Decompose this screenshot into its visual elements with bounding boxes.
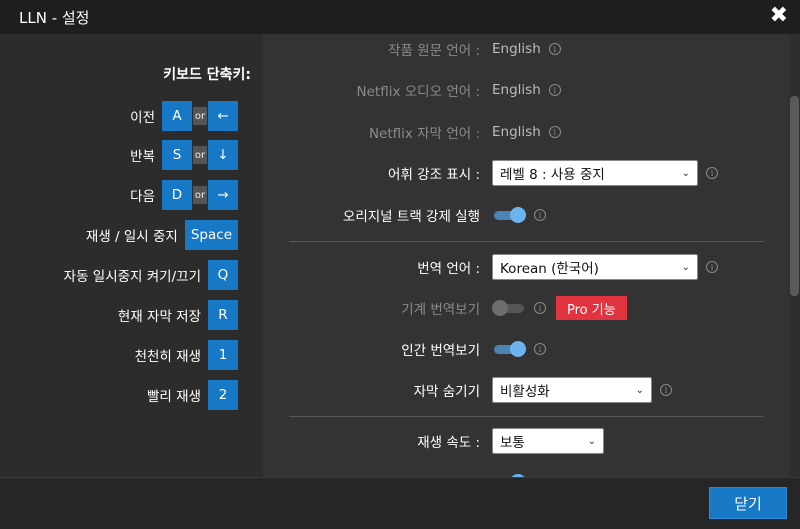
section-divider — [289, 416, 764, 417]
key-badge: 2 — [208, 380, 238, 410]
pro-feature-badge[interactable]: Pro 기능 — [556, 296, 627, 320]
setting-label: 재생 속도 : — [417, 435, 480, 451]
shortcut-label: 현재 자막 저장 — [117, 309, 201, 325]
settings-panel: 작품 원문 언어 : English i Netflix 오디오 언어 : En… — [263, 34, 800, 477]
info-icon[interactable]: i — [706, 261, 718, 273]
info-icon[interactable]: i — [548, 84, 561, 96]
shortcut-label: 재생 / 일시 중지 — [85, 229, 178, 245]
setting-netflix-subtitle: Netflix 자막 언어 : English i — [263, 116, 789, 148]
shortcut-label: 다음 — [130, 189, 155, 205]
vocab-level-select[interactable]: 레벨 8 : 사용 중지 ⌄ — [492, 160, 698, 186]
key-badge: D — [162, 180, 192, 210]
select-value: 레벨 8 : 사용 중지 — [500, 167, 605, 183]
setting-label: 작품 원문 언어 : — [388, 43, 480, 59]
info-icon[interactable]: i — [534, 343, 546, 355]
title-bar: LLN - 설정 ✖ — [0, 0, 800, 34]
human-translation-toggle[interactable] — [492, 341, 526, 357]
shortcut-row-play-pause: 재생 / 일시 중지 Space — [86, 220, 238, 250]
setting-machine-translation: 기계 번역보기 i Pro 기능 — [263, 292, 789, 324]
shortcut-row-auto-pause: 자동 일시중지 켜기/끄기 Q — [64, 260, 238, 290]
chevron-down-icon: ⌄ — [635, 384, 644, 396]
scrollbar[interactable] — [789, 34, 800, 477]
shortcut-row-save: 현재 자막 저장 R — [118, 300, 238, 330]
setting-value: English — [492, 82, 541, 98]
or-badge: or — [193, 186, 207, 204]
setting-value: English — [492, 124, 541, 140]
setting-label: Netflix 자막 언어 : — [368, 126, 480, 142]
setting-partial-row — [263, 466, 789, 477]
setting-label: 어휘 강조 표시 : — [388, 167, 480, 183]
footer: 닫기 — [0, 477, 800, 529]
shortcuts-title: 키보드 단축키: — [163, 67, 251, 83]
machine-translation-toggle[interactable] — [492, 300, 526, 316]
arrow-right-icon: → — [208, 180, 238, 210]
playback-speed-select[interactable]: 보통 ⌄ — [492, 428, 604, 454]
info-icon[interactable]: i — [548, 126, 561, 138]
shortcut-label: 천천히 재생 — [134, 349, 201, 365]
translation-language-select[interactable]: Korean (한국어) ⌄ — [492, 254, 698, 280]
key-badge: S — [162, 140, 192, 170]
shortcut-label: 반복 — [130, 149, 155, 165]
setting-label: Netflix 오디오 언어 : — [356, 84, 480, 100]
chevron-down-icon: ⌄ — [681, 167, 690, 179]
setting-label: 번역 언어 : — [417, 261, 480, 277]
info-icon[interactable]: i — [548, 43, 561, 55]
setting-vocab-highlight: 어휘 강조 표시 : 레벨 8 : 사용 중지 ⌄ i — [263, 157, 789, 189]
close-button[interactable]: 닫기 — [709, 487, 787, 519]
setting-force-original-track: 오리지널 트랙 강제 실행 i — [263, 199, 789, 231]
or-badge: or — [193, 146, 207, 164]
chevron-down-icon: ⌄ — [587, 435, 596, 447]
force-track-toggle[interactable] — [492, 207, 526, 223]
shortcut-label: 빨리 재생 — [147, 389, 201, 405]
close-icon[interactable]: ✖ — [770, 3, 788, 29]
shortcuts-panel: 키보드 단축키: 이전 A or ← 반복 S or ↓ 다음 D or → 재… — [0, 34, 263, 477]
select-value: 비활성화 — [500, 384, 550, 400]
info-icon[interactable]: i — [660, 384, 672, 396]
select-value: 보통 — [500, 435, 525, 451]
shortcut-row-fast: 빨리 재생 2 — [147, 380, 238, 410]
shortcut-label: 자동 일시중지 켜기/끄기 — [63, 269, 201, 285]
shortcut-row-slow: 천천히 재생 1 — [135, 340, 238, 370]
setting-translation-language: 번역 언어 : Korean (한국어) ⌄ i — [263, 251, 789, 283]
section-divider — [289, 241, 764, 242]
hide-subtitles-select[interactable]: 비활성화 ⌄ — [492, 377, 652, 403]
key-badge: A — [162, 101, 192, 131]
setting-label: 자막 숨기기 — [413, 384, 480, 400]
setting-original-language: 작품 원문 언어 : English i — [263, 34, 789, 65]
shortcut-label: 이전 — [130, 110, 155, 126]
window-title: LLN - 설정 — [19, 9, 90, 27]
shortcut-row-next: 다음 D or → — [130, 180, 238, 210]
setting-label: 기계 번역보기 — [401, 302, 480, 318]
or-badge: or — [193, 107, 207, 125]
key-badge: 1 — [208, 340, 238, 370]
setting-label: 인간 번역보기 — [401, 343, 480, 359]
shortcut-row-prev: 이전 A or ← — [130, 101, 238, 131]
arrow-left-icon: ← — [208, 101, 238, 131]
scrollbar-thumb[interactable] — [790, 96, 799, 296]
setting-netflix-audio: Netflix 오디오 언어 : English i — [263, 74, 789, 106]
info-icon[interactable]: i — [706, 167, 718, 179]
info-icon[interactable]: i — [534, 209, 546, 221]
setting-playback-speed: 재생 속도 : 보통 ⌄ — [263, 425, 789, 457]
key-badge: R — [208, 300, 238, 330]
setting-human-translation: 인간 번역보기 i — [263, 333, 789, 365]
key-badge: Space — [184, 220, 238, 250]
select-value: Korean (한국어) — [500, 261, 599, 277]
shortcut-row-repeat: 반복 S or ↓ — [130, 140, 238, 170]
key-badge: Q — [208, 260, 238, 290]
setting-value: English — [492, 41, 541, 57]
setting-hide-subtitles: 자막 숨기기 비활성화 ⌄ i — [263, 374, 789, 406]
chevron-down-icon: ⌄ — [681, 261, 690, 273]
info-icon[interactable]: i — [534, 302, 546, 314]
setting-label: 오리지널 트랙 강제 실행 — [342, 209, 480, 225]
arrow-down-icon: ↓ — [208, 140, 238, 170]
